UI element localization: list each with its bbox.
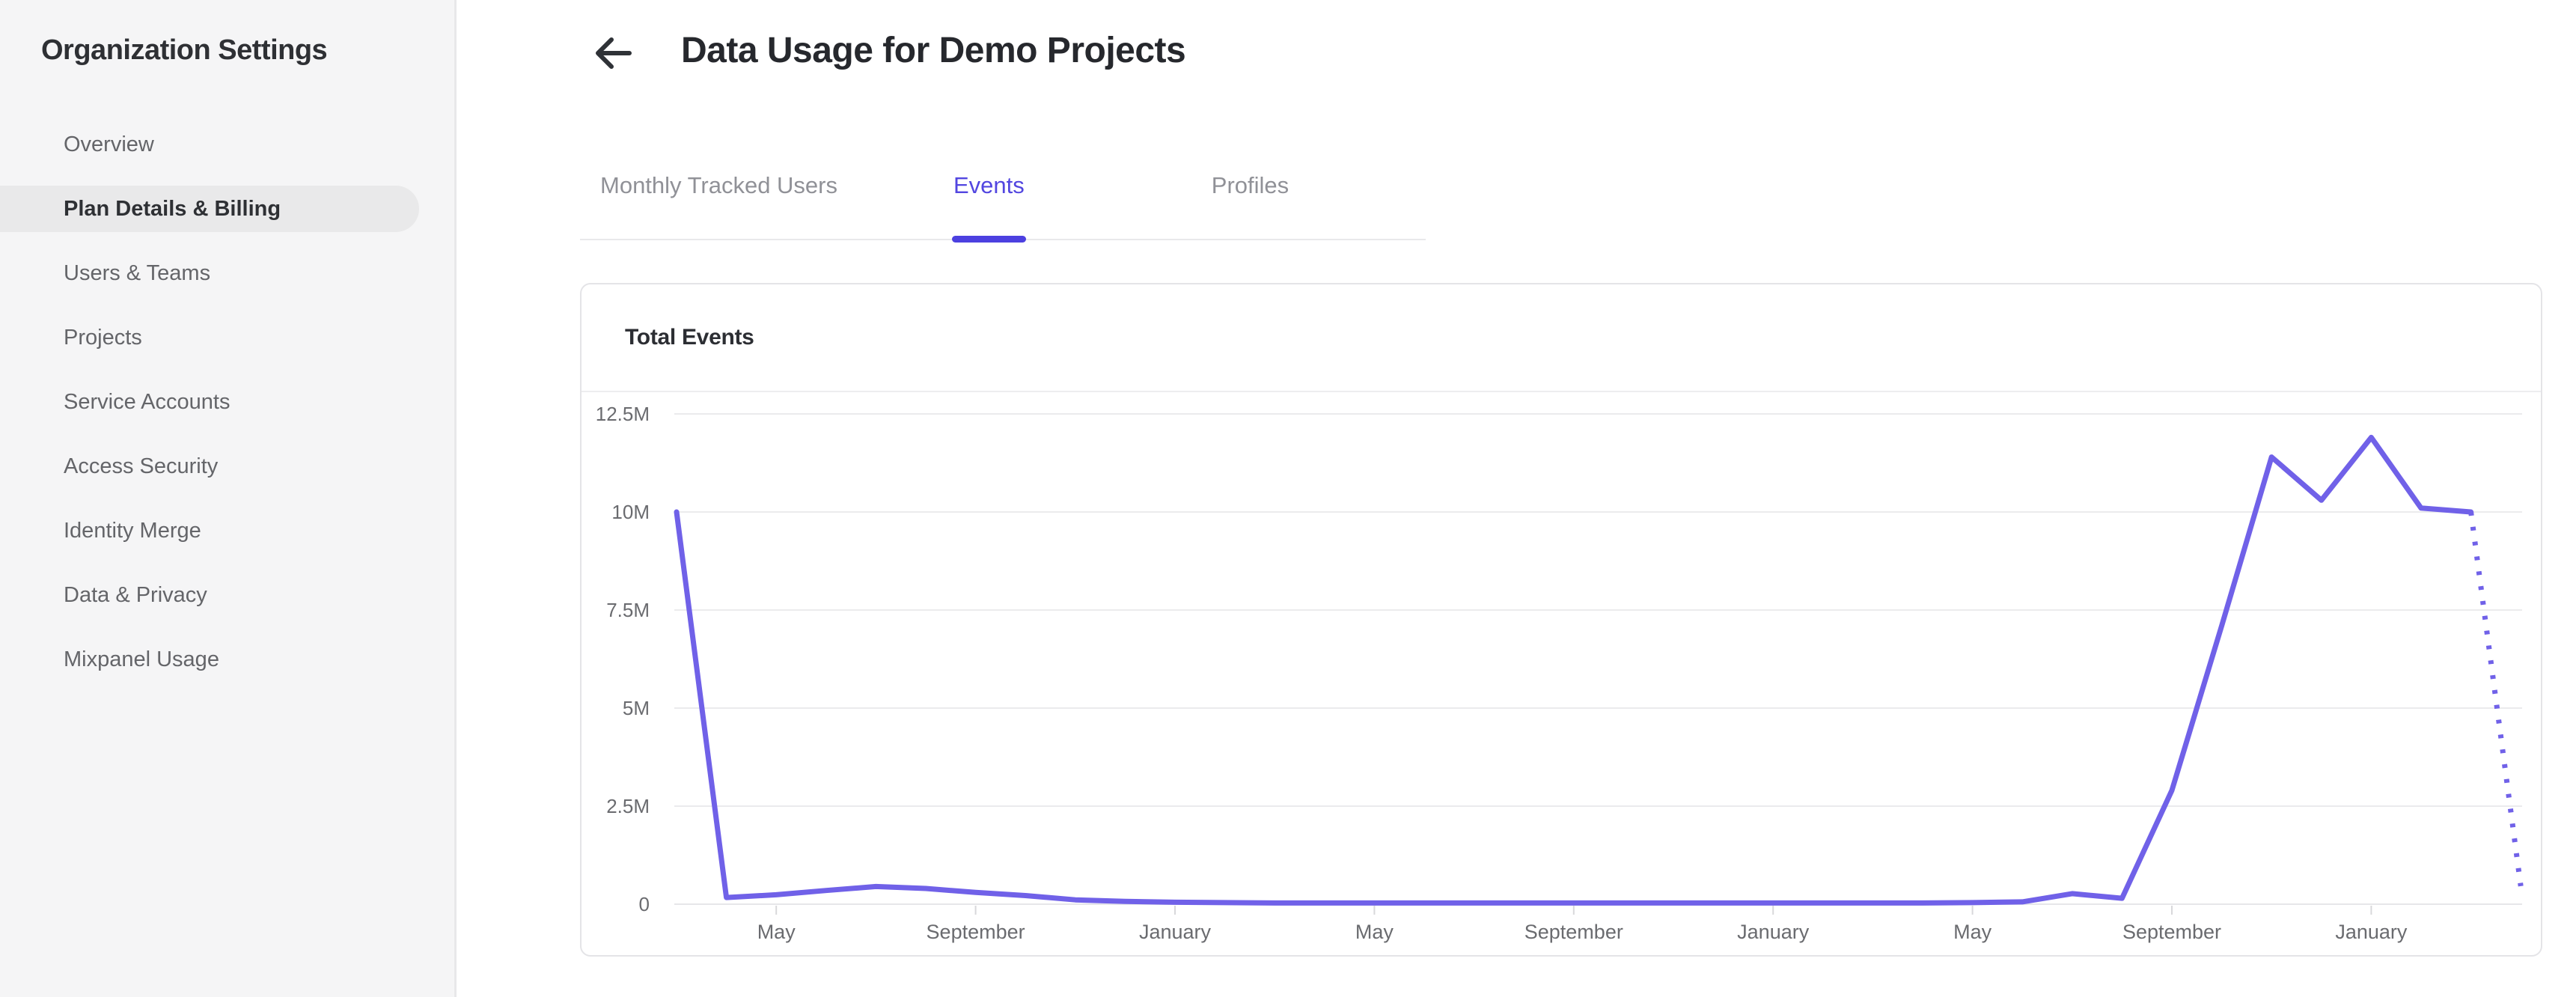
events-series-line <box>674 434 2474 906</box>
svg-text:May: May <box>1953 921 1992 943</box>
svg-text:September: September <box>2122 921 2221 943</box>
sidebar-title: Organization Settings <box>41 34 328 66</box>
svg-text:12.5M: 12.5M <box>596 403 650 425</box>
sidebar-item-projects[interactable]: Projects <box>0 305 454 370</box>
svg-text:7.5M: 7.5M <box>606 599 650 621</box>
y-gridlines <box>674 413 2522 905</box>
svg-text:5M: 5M <box>623 697 650 719</box>
tab-monthly-tracked-users[interactable]: Monthly Tracked Users <box>600 166 837 239</box>
svg-text:May: May <box>1355 921 1394 943</box>
x-axis-labels: May September January May September January Ma… <box>757 921 2408 943</box>
card-header: Total Events <box>582 284 2541 392</box>
tab-profiles[interactable]: Profiles <box>1212 166 1289 239</box>
svg-text:January: January <box>2335 921 2408 943</box>
sidebar-item-service-accounts[interactable]: Service Accounts <box>0 370 454 434</box>
sidebar-item-access-security[interactable]: Access Security <box>0 434 454 498</box>
card-title: Total Events <box>625 325 754 350</box>
events-projection-dotted-line <box>2468 511 2524 887</box>
left-arrow-icon <box>596 37 632 69</box>
svg-text:0: 0 <box>639 893 650 915</box>
page-title: Data Usage for Demo Projects <box>681 31 1186 70</box>
active-tab-underline <box>952 236 1026 243</box>
sidebar: Organization Settings Overview Plan Detai… <box>0 0 457 997</box>
sidebar-item-mixpanel-usage[interactable]: Mixpanel Usage <box>0 627 454 692</box>
tab-bar: Monthly Tracked Users Events Profiles <box>580 166 1426 243</box>
tab-label: Profiles <box>1211 172 1289 198</box>
sidebar-item-identity-merge[interactable]: Identity Merge <box>0 498 454 563</box>
svg-text:January: January <box>1139 921 1212 943</box>
svg-text:September: September <box>1524 921 1623 943</box>
sidebar-item-plan-details-billing[interactable]: Plan Details & Billing <box>0 186 419 232</box>
y-axis-labels: 0 2.5M 5M 7.5M 10M 12.5M <box>596 403 650 915</box>
tab-label: Events <box>953 172 1025 198</box>
tab-events[interactable]: Events <box>952 166 1026 243</box>
svg-text:2.5M: 2.5M <box>606 795 650 817</box>
svg-text:May: May <box>757 921 796 943</box>
events-line-chart: 02.5M5M7.5M10M12.5MMay September January Ma… <box>596 403 2524 943</box>
sidebar-item-users-teams[interactable]: Users & Teams <box>0 241 454 305</box>
total-events-card: Total Events 0 2.5M 5M 7.5M 10M 12.5M May Septe… <box>580 283 2542 957</box>
svg-text:September: September <box>927 921 1025 943</box>
sidebar-item-overview[interactable]: Overview <box>0 112 454 177</box>
events-chart-area[interactable]: 0 2.5M 5M 7.5M 10M 12.5M May September January Ma… <box>582 394 2541 955</box>
tab-label: Monthly Tracked Users <box>600 172 837 198</box>
svg-text:January: January <box>1737 921 1810 943</box>
sidebar-nav: Overview Plan Details & Billing Users & Te… <box>0 112 454 692</box>
back-button[interactable] <box>592 33 634 73</box>
sidebar-item-data-privacy[interactable]: Data & Privacy <box>0 563 454 627</box>
x-ticks <box>775 906 2372 915</box>
svg-text:10M: 10M <box>611 501 650 523</box>
